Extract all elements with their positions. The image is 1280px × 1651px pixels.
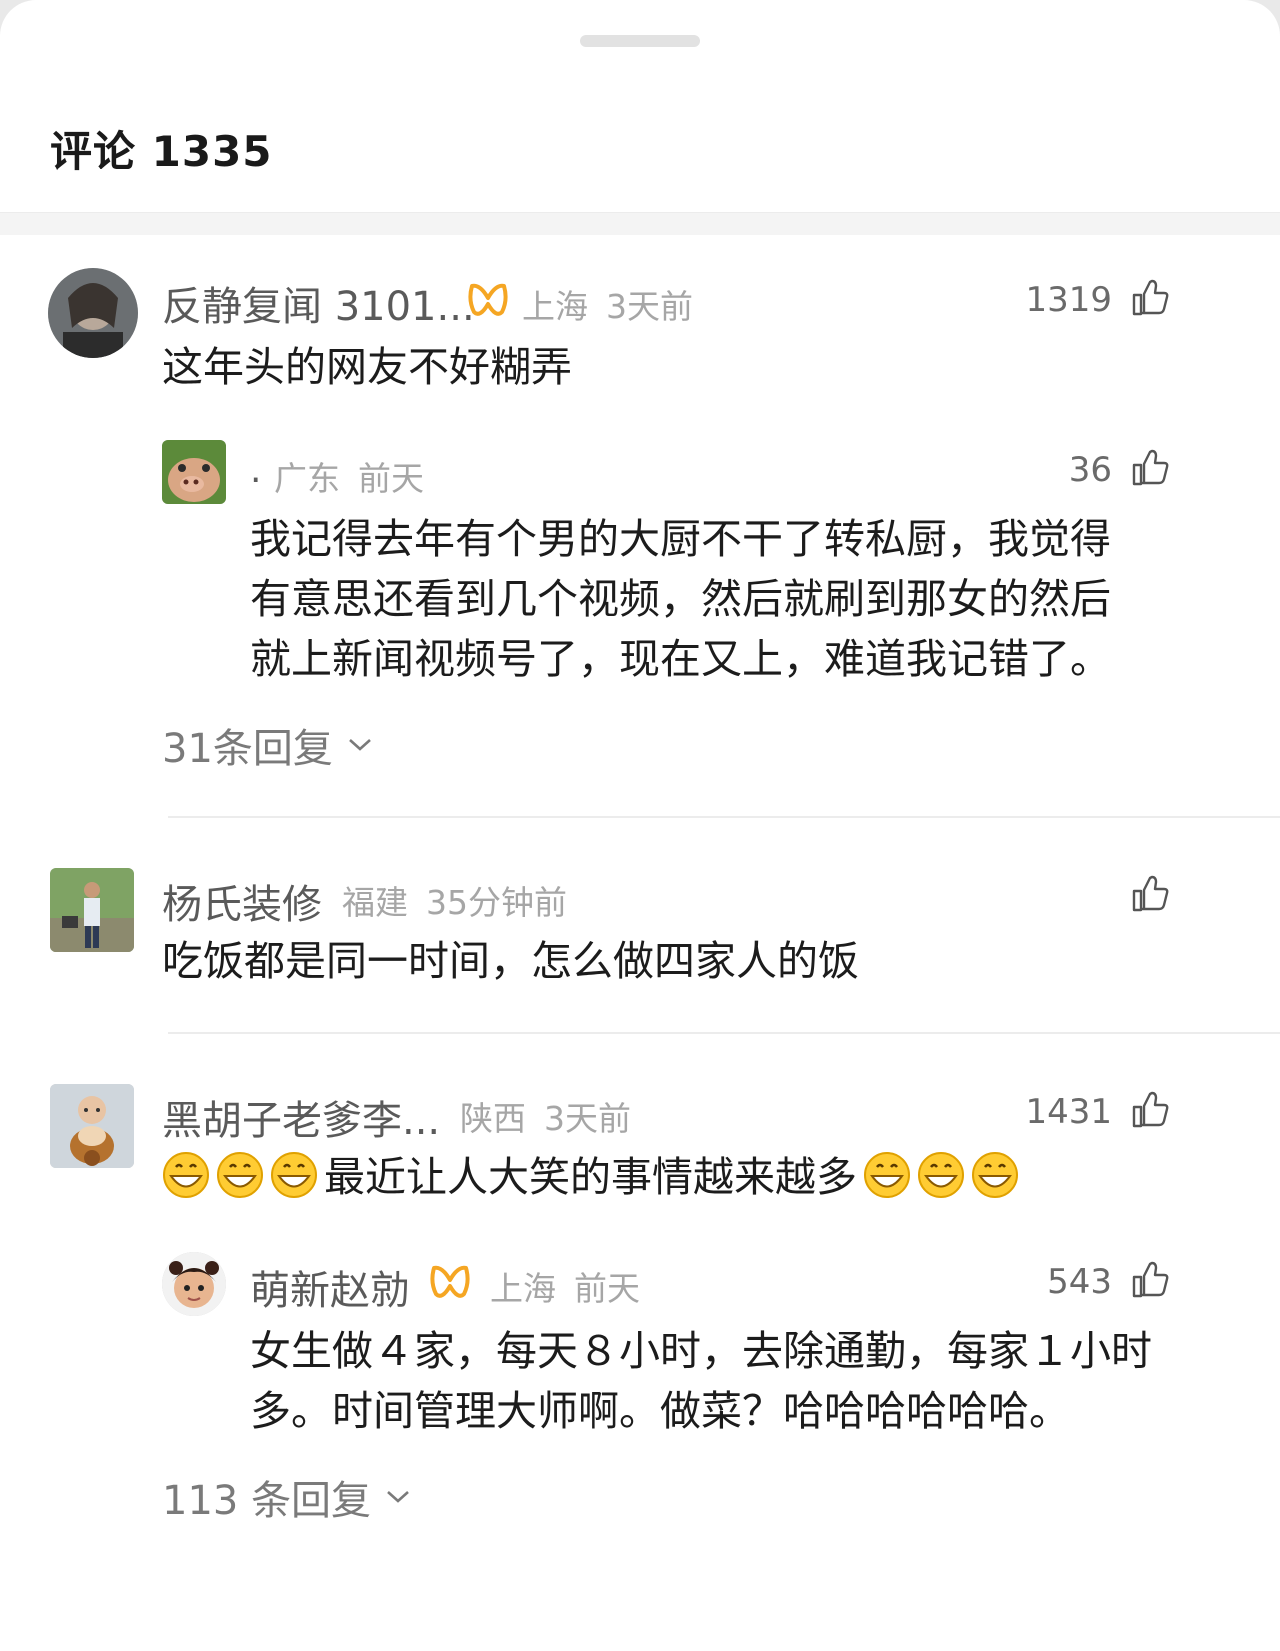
grinning-emoji-icon	[217, 1152, 263, 1198]
vip-badge-icon	[430, 1265, 470, 1298]
timestamp: 3天前	[606, 287, 693, 326]
reply-text-line: 女生做４家，每天８小时，去除通勤，每家１小时	[250, 1327, 1152, 1375]
comment-author[interactable]: 反静复闻 3101...	[162, 274, 475, 332]
author-name[interactable]: 萌新赵勍	[250, 1258, 410, 1316]
grinning-emoji-icon	[918, 1152, 964, 1198]
vip-badge-icon	[468, 283, 508, 316]
comments-sheet: 评论 1335 反静复闻 3101... 上海 3天前 1319 这年头的网友不好…	[0, 0, 1280, 1651]
thumbs-up-icon[interactable]	[1130, 1260, 1170, 1300]
comment-text: 最近让人大笑的事情越来越多	[324, 1153, 857, 1201]
reply-author[interactable]: 萌新赵勍	[250, 1258, 410, 1316]
grinning-emoji-icon	[163, 1152, 209, 1198]
thumbs-up-icon[interactable]	[1130, 874, 1170, 914]
expand-replies-button[interactable]: 113 条回复	[162, 1468, 411, 1526]
timestamp: 前天	[358, 459, 424, 498]
reply-text-line: 多。时间管理大师啊。做菜？哈哈哈哈哈哈。	[250, 1387, 1070, 1435]
reply-text-line: 有意思还看到几个视频，然后就刷到那女的然后	[250, 575, 1111, 623]
thumbs-up-icon[interactable]	[1130, 448, 1170, 488]
chevron-down-icon	[349, 739, 371, 751]
comment-author[interactable]: 黑胡子老爹李...	[162, 1088, 440, 1146]
timestamp: 35分钟前	[426, 883, 567, 922]
expand-replies-button[interactable]: 31条回复	[162, 716, 373, 774]
comment-text-row: 最近让人大笑的事情越来越多	[162, 1146, 1025, 1208]
reply-meta: 广东 前天	[274, 452, 424, 500]
location: 广东	[274, 459, 340, 498]
author-name[interactable]: 杨氏装修	[162, 872, 322, 930]
reply-text-line: 我记得去年有个男的大厨不干了转私厨，我觉得	[250, 515, 1111, 563]
replies-label: 31条回复	[162, 726, 333, 772]
like-count: 543	[1047, 1262, 1112, 1302]
comment-meta: 上海 3天前	[522, 280, 693, 328]
replies-label: 113 条回复	[162, 1478, 372, 1524]
grinning-emoji-icon	[972, 1152, 1018, 1198]
avatar[interactable]	[162, 440, 226, 504]
location: 上海	[490, 1269, 556, 1308]
comment-text: 吃饭都是同一时间，怎么做四家人的饭	[162, 937, 859, 985]
author-name[interactable]: .	[250, 450, 261, 491]
reply-author[interactable]: .	[250, 450, 261, 491]
location: 福建	[342, 883, 408, 922]
thumbs-up-icon[interactable]	[1130, 278, 1170, 318]
location: 陕西	[460, 1099, 526, 1138]
comment-meta: 福建 35分钟前	[342, 876, 567, 924]
like-count: 1319	[1025, 280, 1112, 320]
comment-meta: 陕西 3天前	[460, 1092, 631, 1140]
drag-handle[interactable]	[580, 35, 700, 47]
author-name[interactable]: 反静复闻 3101...	[162, 274, 475, 332]
avatar[interactable]	[48, 268, 138, 358]
reply-text-line: 就上新闻视频号了，现在又上，难道我记错了。	[250, 635, 1111, 683]
reply-meta: 上海 前天	[490, 1262, 640, 1310]
grinning-emoji-icon	[864, 1152, 910, 1198]
timestamp: 3天前	[544, 1099, 631, 1138]
avatar[interactable]	[50, 868, 134, 952]
comment-divider	[168, 816, 1280, 818]
comment-author[interactable]: 杨氏装修	[162, 872, 322, 930]
avatar[interactable]	[162, 1252, 226, 1316]
timestamp: 前天	[574, 1269, 640, 1308]
location: 上海	[522, 287, 588, 326]
thumbs-up-icon[interactable]	[1130, 1090, 1170, 1130]
grinning-emoji-icon	[271, 1152, 317, 1198]
like-count: 1431	[1025, 1092, 1112, 1132]
avatar[interactable]	[50, 1084, 134, 1168]
like-count: 36	[1068, 450, 1112, 490]
comment-divider	[168, 1032, 1280, 1034]
author-name[interactable]: 黑胡子老爹李...	[162, 1088, 440, 1146]
section-divider	[0, 212, 1280, 235]
comment-text: 这年头的网友不好糊弄	[162, 343, 572, 391]
comments-title: 评论 1335	[50, 127, 273, 176]
chevron-down-icon	[387, 1491, 409, 1503]
